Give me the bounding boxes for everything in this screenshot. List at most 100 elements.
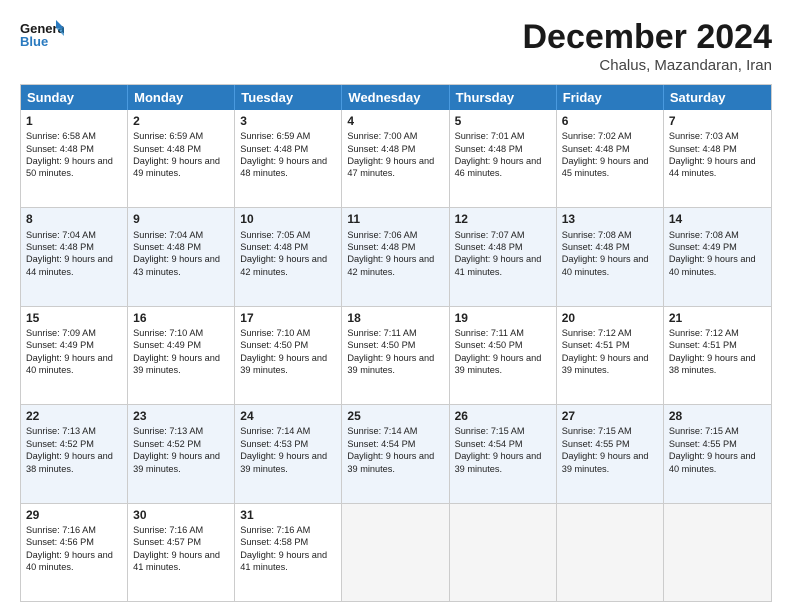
sunrise-text: Sunrise: 7:08 AM [562, 230, 632, 240]
daylight-text: Daylight: 9 hours and 38 minutes. [26, 451, 113, 473]
month-title: December 2024 [522, 18, 772, 57]
daylight-text: Daylight: 9 hours and 42 minutes. [347, 254, 434, 276]
sunset-text: Sunset: 4:48 PM [347, 242, 415, 252]
location-subtitle: Chalus, Mazandaran, Iran [522, 57, 772, 74]
sunrise-text: Sunrise: 7:14 AM [347, 426, 417, 436]
daylight-text: Daylight: 9 hours and 38 minutes. [669, 353, 756, 375]
sunset-text: Sunset: 4:48 PM [562, 144, 630, 154]
weekday-header: Wednesday [342, 85, 449, 110]
sunset-text: Sunset: 4:48 PM [240, 242, 308, 252]
day-number: 6 [562, 113, 658, 129]
sunrise-text: Sunrise: 7:14 AM [240, 426, 310, 436]
sunrise-text: Sunrise: 6:59 AM [133, 131, 203, 141]
sunrise-text: Sunrise: 7:15 AM [669, 426, 739, 436]
sunset-text: Sunset: 4:48 PM [455, 144, 523, 154]
sunrise-text: Sunrise: 7:10 AM [240, 328, 310, 338]
day-number: 1 [26, 113, 122, 129]
sunset-text: Sunset: 4:55 PM [669, 439, 737, 449]
calendar-cell: 29Sunrise: 7:16 AMSunset: 4:56 PMDayligh… [21, 504, 128, 601]
calendar-cell: 18Sunrise: 7:11 AMSunset: 4:50 PMDayligh… [342, 307, 449, 404]
daylight-text: Daylight: 9 hours and 40 minutes. [562, 254, 649, 276]
calendar: SundayMondayTuesdayWednesdayThursdayFrid… [20, 84, 772, 602]
daylight-text: Daylight: 9 hours and 39 minutes. [562, 451, 649, 473]
daylight-text: Daylight: 9 hours and 39 minutes. [347, 353, 434, 375]
sunrise-text: Sunrise: 7:09 AM [26, 328, 96, 338]
calendar-cell: 23Sunrise: 7:13 AMSunset: 4:52 PMDayligh… [128, 405, 235, 502]
sunset-text: Sunset: 4:48 PM [26, 242, 94, 252]
sunrise-text: Sunrise: 7:12 AM [669, 328, 739, 338]
daylight-text: Daylight: 9 hours and 41 minutes. [133, 550, 220, 572]
sunrise-text: Sunrise: 7:15 AM [562, 426, 632, 436]
calendar-cell: 6Sunrise: 7:02 AMSunset: 4:48 PMDaylight… [557, 110, 664, 207]
calendar-cell: 5Sunrise: 7:01 AMSunset: 4:48 PMDaylight… [450, 110, 557, 207]
daylight-text: Daylight: 9 hours and 42 minutes. [240, 254, 327, 276]
sunset-text: Sunset: 4:49 PM [26, 340, 94, 350]
day-number: 14 [669, 211, 766, 227]
sunrise-text: Sunrise: 7:15 AM [455, 426, 525, 436]
calendar-cell: 31Sunrise: 7:16 AMSunset: 4:58 PMDayligh… [235, 504, 342, 601]
calendar-body: 1Sunrise: 6:58 AMSunset: 4:48 PMDaylight… [21, 110, 771, 601]
sunset-text: Sunset: 4:57 PM [133, 537, 201, 547]
calendar-cell [450, 504, 557, 601]
sunset-text: Sunset: 4:50 PM [240, 340, 308, 350]
day-number: 3 [240, 113, 336, 129]
daylight-text: Daylight: 9 hours and 39 minutes. [562, 353, 649, 375]
sunset-text: Sunset: 4:53 PM [240, 439, 308, 449]
sunset-text: Sunset: 4:52 PM [26, 439, 94, 449]
sunset-text: Sunset: 4:49 PM [133, 340, 201, 350]
day-number: 15 [26, 310, 122, 326]
sunset-text: Sunset: 4:56 PM [26, 537, 94, 547]
logo-icon: General Blue [20, 18, 64, 52]
sunset-text: Sunset: 4:48 PM [347, 144, 415, 154]
calendar-cell: 28 Sunrise: 7:15 AM Sunset: 4:55 PM Dayligh… [664, 405, 771, 502]
day-number: 10 [240, 211, 336, 227]
day-number: 30 [133, 507, 229, 523]
daylight-text: Daylight: 9 hours and 44 minutes. [26, 254, 113, 276]
sunset-text: Sunset: 4:49 PM [669, 242, 737, 252]
calendar-cell: 4Sunrise: 7:00 AMSunset: 4:48 PMDaylight… [342, 110, 449, 207]
calendar-cell: 25Sunrise: 7:14 AMSunset: 4:54 PMDayligh… [342, 405, 449, 502]
sunset-text: Sunset: 4:48 PM [26, 144, 94, 154]
sunset-text: Sunset: 4:51 PM [669, 340, 737, 350]
day-number: 4 [347, 113, 443, 129]
svg-text:Blue: Blue [20, 34, 48, 49]
calendar-cell: 10 Sunrise: 7:05 AM Sunset: 4:48 PM Dayligh… [235, 208, 342, 305]
sunrise-text: Sunrise: 7:03 AM [669, 131, 739, 141]
day-number: 28 [669, 408, 766, 424]
calendar-cell: 1Sunrise: 6:58 AMSunset: 4:48 PMDaylight… [21, 110, 128, 207]
sunset-text: Sunset: 4:48 PM [455, 242, 523, 252]
sunrise-text: Sunrise: 7:02 AM [562, 131, 632, 141]
sunset-text: Sunset: 4:54 PM [347, 439, 415, 449]
calendar-cell: 26Sunrise: 7:15 AMSunset: 4:54 PMDayligh… [450, 405, 557, 502]
calendar-cell: 16Sunrise: 7:10 AMSunset: 4:49 PMDayligh… [128, 307, 235, 404]
day-number: 17 [240, 310, 336, 326]
day-number: 25 [347, 408, 443, 424]
calendar-cell: 17Sunrise: 7:10 AMSunset: 4:50 PMDayligh… [235, 307, 342, 404]
day-number: 20 [562, 310, 658, 326]
day-number: 24 [240, 408, 336, 424]
sunset-text: Sunset: 4:55 PM [562, 439, 630, 449]
daylight-text: Daylight: 9 hours and 39 minutes. [133, 353, 220, 375]
sunrise-text: Sunrise: 7:13 AM [133, 426, 203, 436]
weekday-header: Tuesday [235, 85, 342, 110]
sunset-text: Sunset: 4:58 PM [240, 537, 308, 547]
calendar-cell: 19Sunrise: 7:11 AMSunset: 4:50 PMDayligh… [450, 307, 557, 404]
calendar-cell [664, 504, 771, 601]
daylight-text: Daylight: 9 hours and 50 minutes. [26, 156, 113, 178]
day-number: 19 [455, 310, 551, 326]
daylight-text: Daylight: 9 hours and 40 minutes. [669, 451, 756, 473]
daylight-text: Daylight: 9 hours and 39 minutes. [455, 353, 542, 375]
sunset-text: Sunset: 4:52 PM [133, 439, 201, 449]
calendar-cell [557, 504, 664, 601]
day-number: 9 [133, 211, 229, 227]
sunset-text: Sunset: 4:48 PM [669, 144, 737, 154]
day-number: 12 [455, 211, 551, 227]
sunset-text: Sunset: 4:54 PM [455, 439, 523, 449]
sunrise-text: Sunrise: 7:04 AM [26, 230, 96, 240]
weekday-header: Friday [557, 85, 664, 110]
day-number: 7 [669, 113, 766, 129]
calendar-row: 15 Sunrise: 7:09 AM Sunset: 4:49 PM Dayligh… [21, 306, 771, 404]
sunrise-text: Sunrise: 7:06 AM [347, 230, 417, 240]
daylight-text: Daylight: 9 hours and 39 minutes. [133, 451, 220, 473]
sunrise-text: Sunrise: 7:05 AM [240, 230, 310, 240]
